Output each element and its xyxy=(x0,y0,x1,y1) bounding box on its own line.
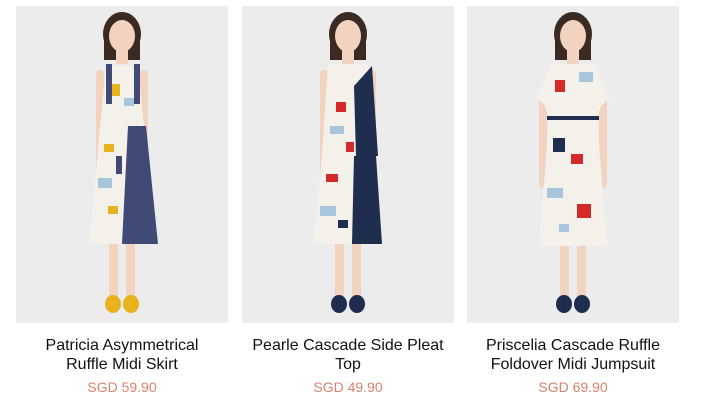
product-price: SGD 69.90 xyxy=(538,379,608,395)
product-title[interactable]: Patricia Asymmetrical Ruffle Midi Skirt xyxy=(16,336,228,374)
product-image[interactable] xyxy=(242,6,454,323)
product-grid: Patricia Asymmetrical Ruffle Midi Skirt … xyxy=(0,0,711,412)
product-image[interactable] xyxy=(467,6,679,323)
product-title-line: Priscelia Cascade Ruffle xyxy=(485,337,660,354)
model-photo-illustration xyxy=(467,6,679,323)
product-title-line: Top xyxy=(335,356,361,373)
product-image[interactable] xyxy=(16,6,228,323)
product-title-line: Pearle Cascade Side Pleat xyxy=(252,337,444,354)
model-photo-illustration xyxy=(16,6,228,323)
product-title-line: Foldover Midi Jumpsuit xyxy=(490,356,656,373)
product-title-line: Patricia Asymmetrical xyxy=(45,337,199,354)
product-price: SGD 49.90 xyxy=(313,379,383,395)
product-title[interactable]: Priscelia Cascade Ruffle Foldover Midi J… xyxy=(467,336,679,374)
product-title-line: Ruffle Midi Skirt xyxy=(66,356,178,373)
product-card[interactable]: Patricia Asymmetrical Ruffle Midi Skirt … xyxy=(16,6,228,395)
product-card[interactable]: Pearle Cascade Side Pleat Top SGD 49.90 xyxy=(242,6,454,395)
product-price: SGD 59.90 xyxy=(87,379,157,395)
product-card[interactable]: Priscelia Cascade Ruffle Foldover Midi J… xyxy=(467,6,679,395)
model-photo-illustration xyxy=(242,6,454,323)
product-title[interactable]: Pearle Cascade Side Pleat Top xyxy=(242,336,454,374)
